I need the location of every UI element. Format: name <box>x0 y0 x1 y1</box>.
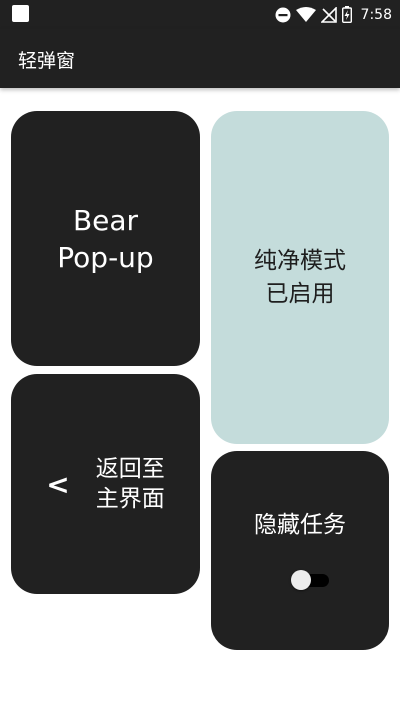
pure-mode-tile[interactable]: 纯净模式 已启用 <box>211 111 389 444</box>
return-home-label: 返回至 主界面 <box>95 456 165 512</box>
no-sim-icon <box>320 6 337 23</box>
return-home-tile[interactable]: < 返回至 主界面 <box>11 374 200 594</box>
hide-task-toggle[interactable] <box>291 569 329 591</box>
wifi-icon <box>295 6 316 22</box>
bear-popup-label: Bear Pop-up <box>57 203 154 274</box>
app-title: 轻弹窗 <box>18 50 76 72</box>
pure-mode-label: 纯净模式 已启用 <box>254 247 346 307</box>
battery-charging-icon <box>341 6 352 23</box>
status-time: 7:58 <box>360 6 392 23</box>
back-arrow-icon: < <box>46 467 70 501</box>
status-bar: 7:58 <box>0 0 400 29</box>
hide-task-label: 隐藏任务 <box>254 512 346 538</box>
toggle-thumb[interactable] <box>291 570 311 590</box>
status-icons: 7:58 <box>275 0 392 29</box>
app-bar: 轻弹窗 <box>0 29 400 88</box>
hide-task-tile: 隐藏任务 <box>211 451 389 650</box>
dnd-icon <box>275 7 291 22</box>
bear-popup-tile[interactable]: Bear Pop-up <box>11 111 200 366</box>
notification-icon <box>12 5 29 22</box>
